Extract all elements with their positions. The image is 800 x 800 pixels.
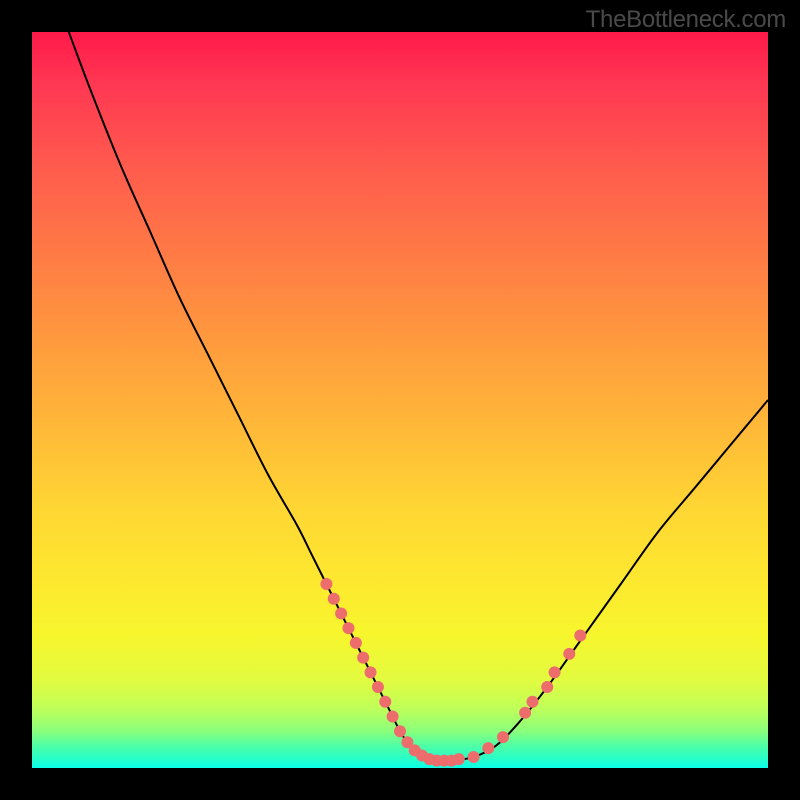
- attribution-text: TheBottleneck.com: [586, 6, 786, 34]
- chart-marker: [328, 593, 340, 605]
- chart-markers: [320, 578, 586, 767]
- chart-marker: [526, 696, 538, 708]
- chart-marker: [350, 637, 362, 649]
- chart-marker: [549, 666, 561, 678]
- bottleneck-chart: [32, 32, 768, 768]
- chart-marker: [541, 681, 553, 693]
- chart-marker: [519, 707, 531, 719]
- chart-marker: [379, 696, 391, 708]
- chart-gradient-background: [32, 32, 768, 768]
- chart-marker: [335, 607, 347, 619]
- chart-marker: [365, 666, 377, 678]
- chart-marker: [320, 578, 332, 590]
- chart-marker: [387, 710, 399, 722]
- chart-marker: [453, 753, 465, 765]
- chart-marker: [482, 742, 494, 754]
- chart-marker: [357, 652, 369, 664]
- chart-marker: [394, 725, 406, 737]
- chart-marker: [497, 731, 509, 743]
- bottleneck-curve-line: [69, 32, 768, 761]
- chart-marker: [563, 648, 575, 660]
- chart-marker: [342, 622, 354, 634]
- chart-marker: [468, 751, 480, 763]
- chart-marker: [372, 681, 384, 693]
- chart-marker: [574, 630, 586, 642]
